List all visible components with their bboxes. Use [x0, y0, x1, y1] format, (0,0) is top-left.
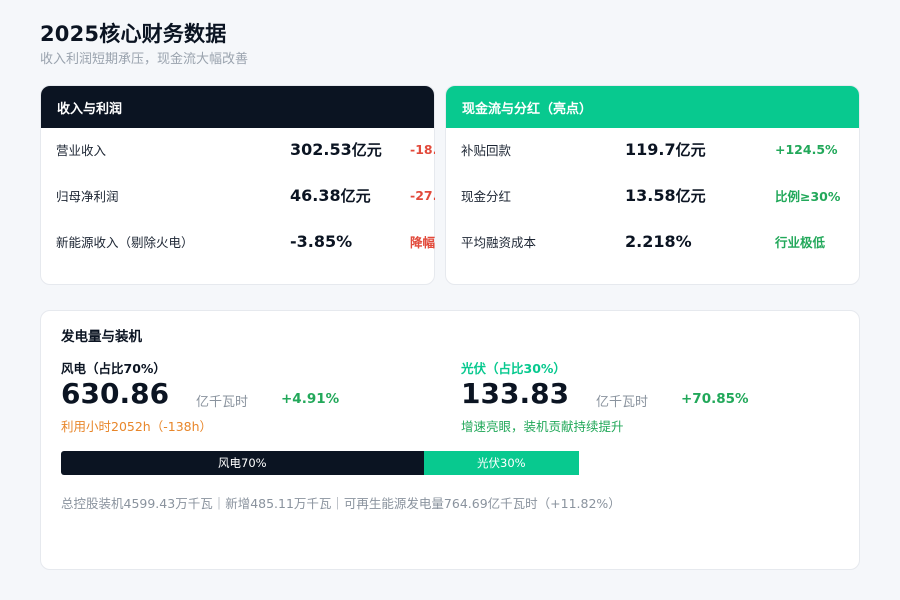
wind-share-segment: 风电70% — [61, 451, 424, 475]
row-value: -3.85% — [290, 231, 353, 251]
row-change: 降幅收 — [410, 234, 435, 250]
wind-unit: 亿千瓦时 — [196, 395, 249, 410]
wind-change: +4.91% — [281, 391, 340, 407]
income-card-header: 收入与利润 — [41, 86, 434, 128]
row-label: 平均融资成本 — [461, 234, 537, 250]
row-label: 营业收入 — [56, 142, 107, 158]
row-value: 2.218% — [625, 231, 692, 251]
capacity-footnote: 总控股装机4599.43万千瓦｜新增485.11万千瓦｜可再生能源发电量764.… — [61, 496, 621, 511]
row-change: 比例≥30% — [775, 188, 841, 204]
row-label: 补贴回款 — [461, 142, 512, 158]
generation-title: 发电量与装机 — [61, 329, 142, 345]
wind-note: 利用小时2052h（-138h） — [61, 419, 213, 434]
page: 2025核心财务数据 收入利润短期承压，现金流大幅改善 收入与利润 营业收入 3… — [0, 0, 900, 600]
row-label: 现金分红 — [461, 188, 512, 204]
row-change: +124.5% — [775, 141, 838, 157]
row-change: 行业极低 — [775, 234, 826, 250]
generation-share-bar: 风电70% 光伏30% — [61, 451, 801, 475]
row-value: 46.38亿元 — [290, 185, 371, 205]
cash-row-dividend: 现金分红 13.58亿元 比例≥30% — [445, 183, 860, 207]
generation-card: 发电量与装机 风电（占比70%） 630.86 亿千瓦时 +4.91% 利用小时… — [40, 310, 860, 570]
solar-share-segment: 光伏30% — [423, 451, 579, 475]
row-label: 归母净利润 — [56, 188, 119, 204]
income-row-revenue: 营业收入 302.53亿元 -18.6 — [40, 137, 435, 161]
solar-change: +70.85% — [681, 391, 749, 407]
page-subtitle: 收入利润短期承压，现金流大幅改善 — [40, 52, 249, 67]
solar-value: 133.83 — [461, 377, 570, 410]
solar-head: 光伏（占比30%） — [461, 361, 566, 376]
solar-note: 增速亮眼，装机贡献持续提升 — [461, 419, 624, 434]
row-value: 119.7亿元 — [625, 139, 706, 159]
wind-head: 风电（占比70%） — [61, 361, 166, 376]
solar-unit: 亿千瓦时 — [596, 395, 649, 410]
wind-value: 630.86 — [61, 377, 170, 410]
row-change: -27.9 — [410, 187, 435, 203]
cash-row-financing-cost: 平均融资成本 2.218% 行业极低 — [445, 229, 860, 253]
row-change: -18.6 — [410, 141, 435, 157]
income-row-net-profit: 归母净利润 46.38亿元 -27.9 — [40, 183, 435, 207]
row-value: 302.53亿元 — [290, 139, 382, 159]
page-title: 2025核心财务数据 — [40, 22, 227, 46]
row-label: 新能源收入（剔除火电） — [56, 234, 194, 250]
row-value: 13.58亿元 — [625, 185, 706, 205]
cash-row-subsidy: 补贴回款 119.7亿元 +124.5% — [445, 137, 860, 161]
income-row-new-energy: 新能源收入（剔除火电） -3.85% 降幅收 — [40, 229, 435, 253]
cashflow-card-header: 现金流与分红（亮点） — [446, 86, 859, 128]
